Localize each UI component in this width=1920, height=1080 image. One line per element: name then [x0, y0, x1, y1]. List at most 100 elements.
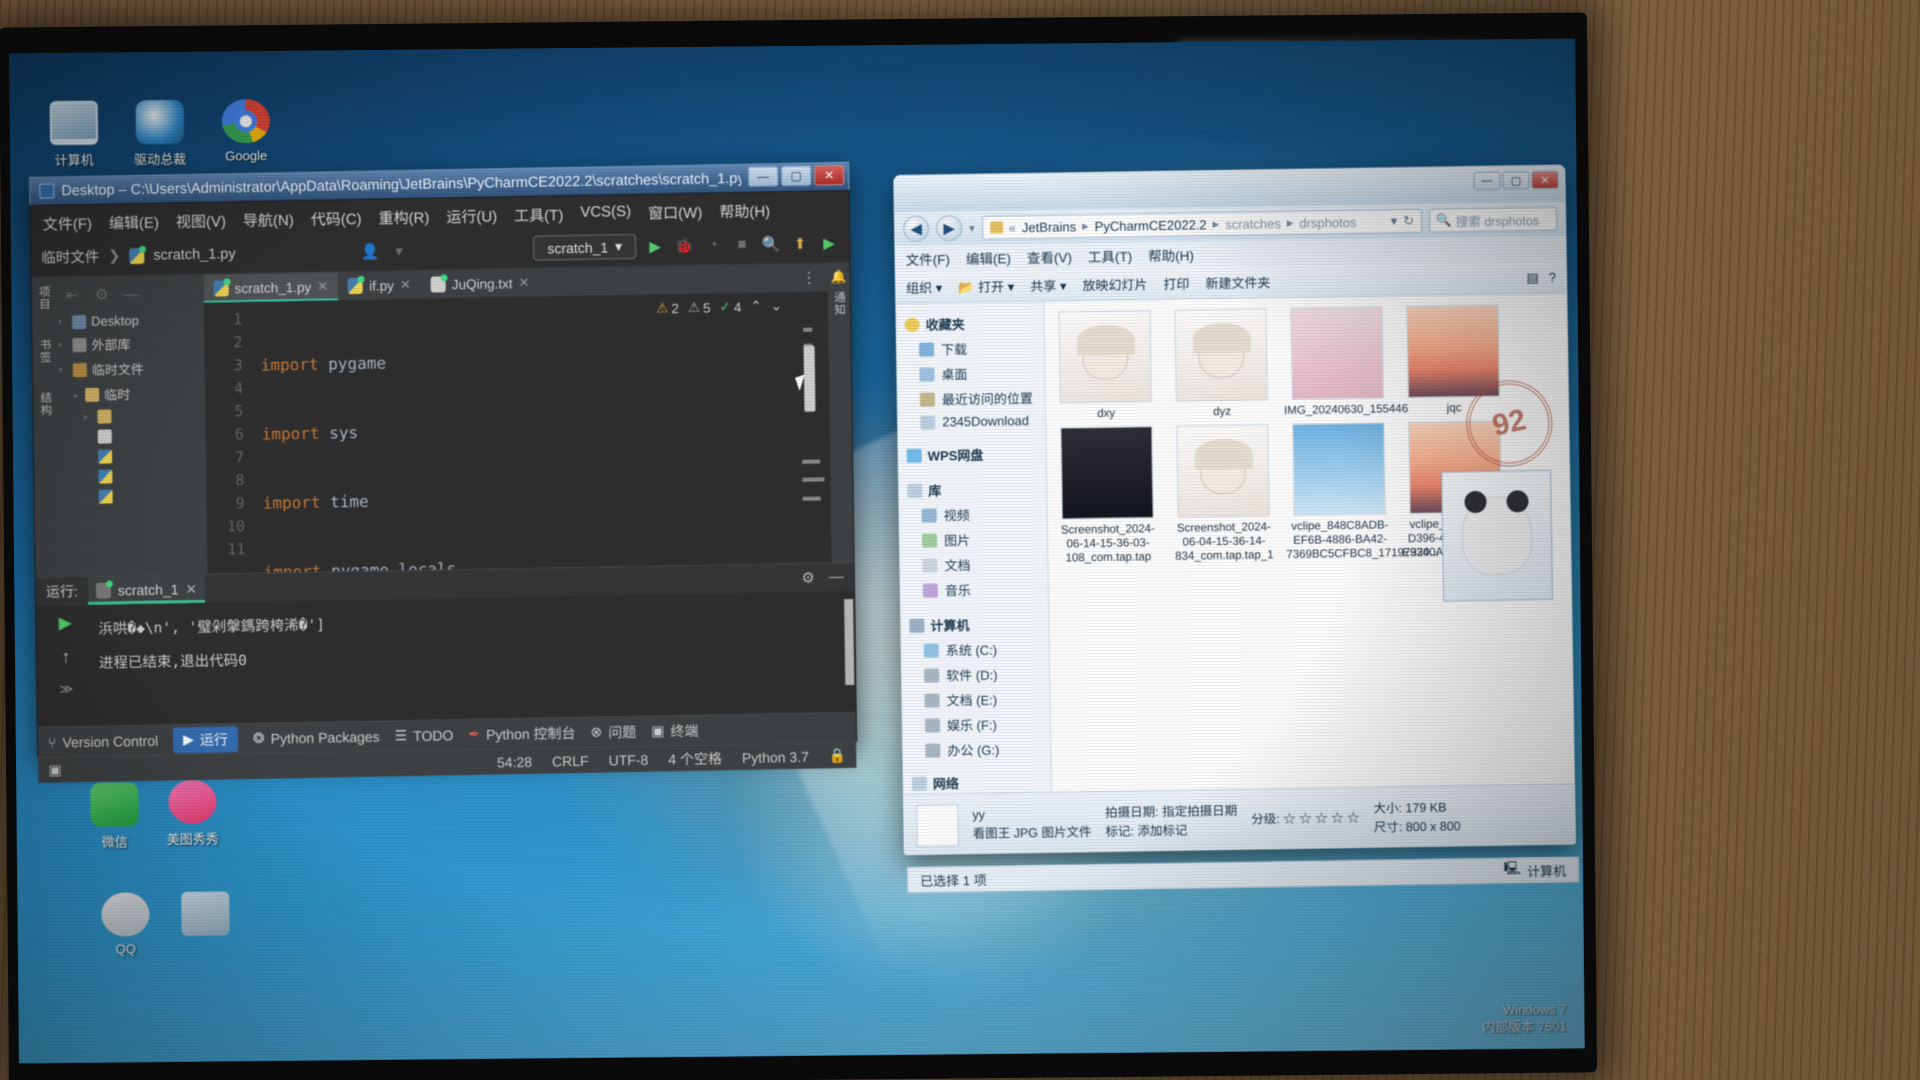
rating-stars[interactable]: ☆ ☆ ☆ ☆ ☆: [1283, 811, 1360, 826]
tool-button-python-packages[interactable]: ❂ Python Packages: [253, 728, 380, 747]
slideshow-button[interactable]: 放映幻灯片: [1082, 274, 1147, 294]
code-editor[interactable]: 1 2 3 4 5 6 7 8 9 10 11 import pygame im…: [204, 291, 832, 574]
console-output[interactable]: 浜哄�◆\n', '璧剁搫鎷跨桍浠�'] 进程已结束,退出代码0: [94, 591, 844, 726]
chevron-right-icon[interactable]: ›: [58, 316, 67, 327]
minimize-button[interactable]: —: [1473, 171, 1501, 191]
update-icon[interactable]: ⬆: [790, 233, 810, 253]
details-tags-value[interactable]: 添加标记: [1137, 823, 1187, 838]
desktop-icon-folder[interactable]: [159, 891, 251, 941]
menu-tools[interactable]: 工具(T): [514, 204, 563, 226]
console-scrollbar-thumb[interactable]: [844, 598, 855, 686]
warning-count-badge[interactable]: ⚠ 5: [688, 299, 711, 315]
sidebar-item-documents[interactable]: 文档: [908, 551, 1047, 578]
file-encoding[interactable]: UTF-8: [608, 751, 648, 768]
explorer-menu-view[interactable]: 查看(V): [1027, 246, 1072, 267]
run-header-actions[interactable]: ⚙ —: [801, 568, 844, 587]
editor-tabs-overflow-icon[interactable]: ⋮: [792, 268, 827, 287]
explorer-menu-file[interactable]: 文件(F): [905, 248, 950, 269]
address-bar[interactable]: « JetBrains ▸ PyCharmCE2022.2 ▸ scratche…: [981, 208, 1423, 240]
search-icon[interactable]: 🔍: [761, 234, 781, 254]
caret-position[interactable]: 54:28: [497, 753, 532, 770]
sidebar-item-recent[interactable]: 最近访问的位置: [906, 385, 1045, 412]
sidebar-group-computer[interactable]: 计算机: [909, 611, 1048, 638]
status-bar-right[interactable]: 54:28 CRLF UTF-8 4 个空格 Python 3.7 🔒: [497, 746, 847, 772]
run-console-toolbar[interactable]: ▶ ↑ ≫: [36, 605, 96, 727]
new-folder-button[interactable]: 新建文件夹: [1205, 272, 1270, 292]
menu-edit[interactable]: 编辑(E): [109, 212, 159, 234]
editor-tab-if[interactable]: if.py ✕: [338, 271, 421, 301]
inspection-badges[interactable]: ⚠ 2 ⚠ 5 ✓ 4 ⌃ ⌄: [656, 298, 782, 316]
desktop-icon-qq[interactable]: QQ: [79, 892, 172, 957]
minimize-icon[interactable]: —: [122, 284, 142, 304]
line-separator[interactable]: CRLF: [552, 752, 589, 769]
chevron-down-icon[interactable]: ›: [59, 364, 68, 375]
menu-refactor[interactable]: 重构(R): [378, 207, 429, 229]
chevron-down-icon[interactable]: ▾: [1391, 213, 1398, 229]
notifications-icon[interactable]: 🔔: [830, 269, 846, 285]
menu-file[interactable]: 文件(F): [43, 213, 92, 235]
sidebar-item-drive-f[interactable]: 娱乐 (F:): [911, 711, 1050, 738]
editor-tab-scratch_1[interactable]: scratch_1.py ✕: [203, 272, 339, 303]
tool-window-project[interactable]: 项目: [36, 286, 52, 311]
desktop-icon-chrome[interactable]: Google: [200, 99, 293, 164]
lock-icon[interactable]: 🔒: [829, 747, 847, 764]
collapse-all-icon[interactable]: ⇤: [62, 285, 82, 305]
breadcrumb-file[interactable]: scratch_1.py: [153, 246, 235, 264]
open-button[interactable]: 📂 打开 ▾: [958, 276, 1014, 296]
tree-item-scratches[interactable]: › 临时文件: [57, 355, 205, 383]
close-button[interactable]: ✕: [1531, 170, 1559, 190]
menu-vcs[interactable]: VCS(S): [580, 203, 631, 225]
project-tree[interactable]: ⇤ ⚙ — › Desktop › 外部库 › 临时文件 ⌄ 临时 ›: [55, 274, 208, 577]
next-problem-icon[interactable]: ⌄: [771, 298, 783, 314]
selected-file-preview[interactable]: [1441, 469, 1554, 602]
stop-icon[interactable]: ■: [732, 234, 752, 254]
minimize-button[interactable]: —: [748, 166, 779, 187]
sidebar-item-desktop[interactable]: 桌面: [905, 360, 1044, 387]
menu-window[interactable]: 窗口(W): [648, 202, 702, 224]
sidebar-item-drive-d[interactable]: 软件 (D:): [910, 661, 1049, 688]
menu-code[interactable]: 代码(C): [311, 208, 362, 230]
up-arrow-icon[interactable]: ↑: [61, 647, 70, 667]
gear-icon[interactable]: ⚙: [801, 569, 815, 587]
share-button[interactable]: 共享 ▾: [1030, 275, 1066, 295]
organize-button[interactable]: 组织 ▾: [906, 277, 942, 297]
indent-size[interactable]: 4 个空格: [668, 748, 722, 769]
search-input[interactable]: 🔍 搜索 drsphotos: [1428, 206, 1558, 233]
editor-tab-juqing[interactable]: JuQing.txt ✕: [421, 269, 540, 299]
maximize-button[interactable]: ▢: [1502, 171, 1530, 190]
minimize-icon[interactable]: —: [829, 568, 844, 586]
close-icon[interactable]: ✕: [400, 277, 411, 293]
print-button[interactable]: 打印: [1163, 273, 1189, 292]
sidebar-group-libraries[interactable]: 库: [907, 476, 1046, 503]
menu-view[interactable]: 视图(V): [176, 210, 226, 232]
breadcrumb-scratches[interactable]: 临时文件: [41, 246, 99, 268]
tree-item-py-file-1[interactable]: [58, 445, 206, 468]
sidebar-item-drive-e[interactable]: 文档 (E:): [910, 686, 1049, 713]
pycharm-window-controls[interactable]: — ▢ ✕: [748, 165, 845, 187]
explorer-navigation-pane[interactable]: 收藏夹 下载 桌面 最近访问的位置 2345Download WPS网盘 库 视…: [896, 301, 1053, 795]
refresh-icon[interactable]: ↻: [1403, 213, 1414, 229]
chevron-right-icon[interactable]: ›: [58, 339, 67, 350]
file-item-vclipe-1[interactable]: vclipe_848C8ADB-EF6B-4886-BA42-7369BC5CF…: [1284, 422, 1439, 562]
chevron-down-icon[interactable]: ▾: [389, 240, 409, 260]
tree-item-external-libraries[interactable]: › 外部库: [56, 330, 204, 358]
rerun-icon[interactable]: ▶: [59, 613, 72, 633]
coverage-icon[interactable]: ◔: [703, 235, 723, 255]
tree-item-text-file[interactable]: [58, 425, 206, 448]
tree-item-py-file-3[interactable]: [58, 485, 206, 508]
address-chevrons[interactable]: «: [1009, 220, 1016, 235]
close-icon[interactable]: ✕: [185, 580, 197, 597]
address-part-jetbrains[interactable]: JetBrains: [1022, 219, 1076, 235]
pycharm-window[interactable]: Desktop – C:\Users\Administrator\AppData…: [29, 161, 858, 783]
explorer-window-controls[interactable]: — ▢ ✕: [1473, 170, 1559, 191]
tool-window-structure[interactable]: 结构: [37, 392, 53, 417]
weak-warning-count-badge[interactable]: ✓ 4: [719, 299, 741, 315]
menu-run[interactable]: 运行(U): [446, 205, 497, 227]
debug-icon[interactable]: 🐞: [674, 235, 694, 255]
desktop-icon-meitu[interactable]: 美图秀秀: [146, 779, 239, 848]
back-arrow-icon[interactable]: ◀: [902, 215, 930, 242]
history-dropdown-icon[interactable]: ▾: [969, 221, 975, 234]
sidebar-item-drive-c[interactable]: 系统 (C:): [910, 636, 1049, 663]
explorer-menu-edit[interactable]: 编辑(E): [966, 247, 1011, 268]
code-text[interactable]: import pygame import sys import time imp…: [250, 291, 832, 573]
